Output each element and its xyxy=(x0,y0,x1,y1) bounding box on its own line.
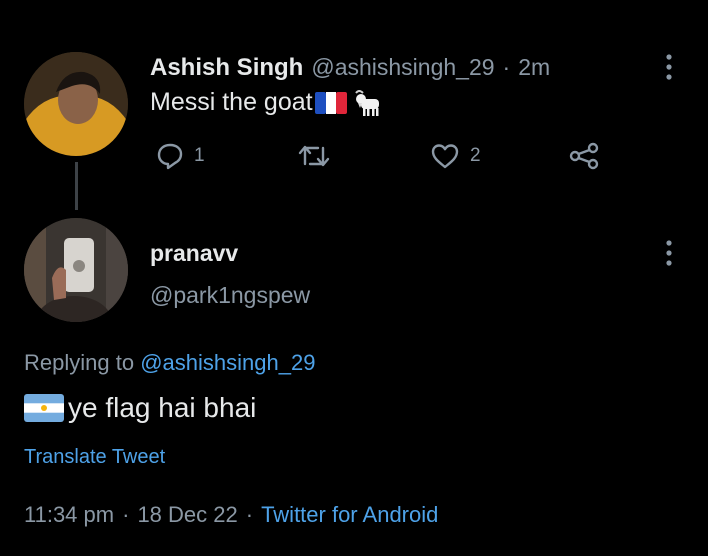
share-icon xyxy=(568,142,600,170)
parent-tweet-header: Ashish Singh @ashishsingh_29 · 2m xyxy=(150,54,550,82)
thread-connector-line xyxy=(75,162,78,210)
meta-separator: · xyxy=(245,502,254,527)
france-flag-icon xyxy=(314,91,347,114)
tweet-meta: 11:34 pm · 18 Dec 22 · Twitter for Andro… xyxy=(24,502,438,528)
retweet-button[interactable] xyxy=(298,142,330,170)
header-separator: · xyxy=(502,54,511,80)
reply-icon xyxy=(156,142,184,170)
retweet-icon xyxy=(298,142,330,170)
avatar-ashish[interactable] xyxy=(24,52,128,156)
goat-icon xyxy=(353,89,383,117)
tweet-time[interactable]: 2m xyxy=(518,54,550,81)
translate-tweet-link[interactable]: Translate Tweet xyxy=(24,446,165,469)
reply-tweet-body: ye flag hai bhai xyxy=(24,392,256,424)
reply-count: 1 xyxy=(194,145,205,166)
like-count: 2 xyxy=(470,145,481,166)
reply-date: 18 Dec 22 xyxy=(137,502,238,527)
more-icon[interactable] xyxy=(664,54,674,80)
reply-author-name[interactable]: pranavv xyxy=(150,240,238,267)
reply-time: 11:34 pm xyxy=(24,502,115,527)
author-handle[interactable]: @ashishsingh_29 xyxy=(311,54,494,81)
replying-handle-link[interactable]: @ashishsingh_29 xyxy=(140,350,315,375)
like-button[interactable]: 2 xyxy=(430,142,481,170)
replying-to: Replying to @ashishsingh_29 xyxy=(24,350,315,376)
source-link[interactable]: Twitter for Android xyxy=(261,502,438,528)
meta-separator: · xyxy=(122,502,130,527)
avatar-pranavv[interactable] xyxy=(24,218,128,322)
argentina-flag-icon xyxy=(24,394,64,422)
reply-author-handle[interactable]: @park1ngspew xyxy=(150,282,310,309)
replying-prefix: Replying to xyxy=(24,350,135,375)
reply-tweet-text: ye flag hai bhai xyxy=(68,392,257,423)
share-button[interactable] xyxy=(568,142,600,170)
like-icon xyxy=(430,142,460,170)
more-icon[interactable] xyxy=(664,240,674,266)
author-name[interactable]: Ashish Singh xyxy=(150,54,303,82)
avatar-image xyxy=(24,52,128,156)
avatar-image xyxy=(24,218,128,322)
reply-button[interactable]: 1 xyxy=(156,142,205,170)
parent-tweet-body: Messi the goat xyxy=(150,88,383,117)
tweet-text: Messi the goat xyxy=(150,88,313,116)
